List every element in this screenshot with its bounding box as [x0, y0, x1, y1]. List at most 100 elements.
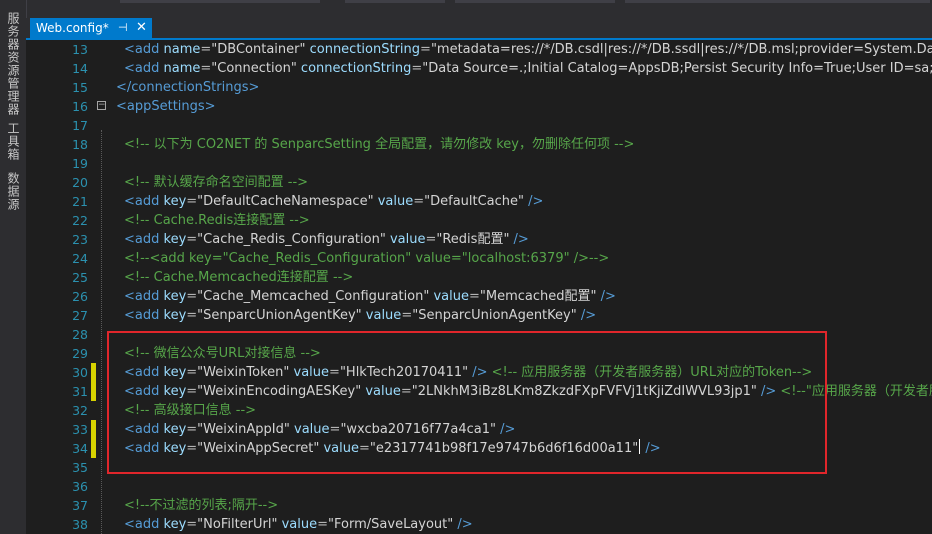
code-line[interactable]: 18 <!-- 以下为 CO2NET 的 SenparcSetting 全局配置，… [26, 135, 932, 154]
code-line[interactable]: 15 </connectionStrings> [26, 78, 932, 97]
code-token: "Cache_Memcached_Configuration" [197, 289, 430, 304]
line-number: 36 [72, 479, 88, 494]
change-marker [91, 382, 96, 401]
code-token: = [411, 61, 423, 76]
code-token: "metadata=res://*/DB.csdl|res://*/DB.ssd… [430, 42, 932, 57]
line-number: 24 [72, 251, 88, 266]
line-number: 19 [72, 156, 88, 171]
code-token: /> [509, 232, 529, 247]
code-token: /> [596, 289, 616, 304]
code-token: "Memcached配置" [479, 289, 597, 304]
change-marker [91, 363, 96, 382]
code-token: <add [124, 517, 160, 532]
code-line[interactable]: 13 <add name="DBContainer" connectionStri… [26, 40, 932, 59]
highlight-annotation-box [107, 331, 827, 474]
code-text: <add key="Cache_Redis_Configuration" val… [124, 230, 529, 249]
code-token: = [200, 42, 212, 57]
line-number: 37 [72, 498, 88, 513]
code-token: <!-- Cache.Redis连接配置 --> [124, 213, 310, 228]
code-line[interactable]: 14 <add name="Connection" connectionStrin… [26, 59, 932, 78]
code-token: /> [576, 308, 597, 323]
code-text: <add key="SenparcUnionAgentKey" value="S… [124, 306, 596, 325]
code-line[interactable]: 38 <add key="NoFilterUrl" value="Form/Sav… [26, 515, 932, 534]
code-token: connectionString [296, 61, 412, 76]
code-text: <appSettings> [116, 97, 216, 116]
code-line[interactable]: 23 <add key="Cache_Redis_Configuration" v… [26, 230, 932, 249]
code-token: name [159, 61, 201, 76]
line-number: 29 [72, 346, 88, 361]
code-token: key [159, 308, 187, 323]
code-line[interactable]: 24 <!--<add key="Cache_Redis_Configuratio… [26, 249, 932, 268]
code-token: value [429, 289, 470, 304]
code-line[interactable]: 19 [26, 154, 932, 173]
code-line[interactable]: 22 <!-- Cache.Redis连接配置 --> [26, 211, 932, 230]
line-number: 25 [72, 270, 88, 285]
data-sources-tab[interactable]: 数据源 [0, 172, 26, 211]
code-token: "SenparcUnionAgentKey" [412, 308, 577, 323]
code-token: = [200, 61, 212, 76]
code-text: <add key="DefaultCacheNamespace" value="… [124, 192, 543, 211]
tab-title: Web.config* [36, 21, 109, 35]
code-text: <!--<add key="Cache_Redis_Configuration"… [124, 249, 609, 268]
line-number: 14 [72, 61, 88, 76]
collapse-icon[interactable]: − [97, 101, 106, 110]
code-token: key [159, 232, 187, 247]
code-token: "Data Source=.;Initial Catalog=AppsDB;Pe… [422, 61, 932, 76]
toolbar-segment [625, 0, 930, 3]
code-token: /> [453, 517, 473, 532]
line-number: 28 [72, 327, 88, 342]
document-tab-bar: Web.config* ⊣ ✕ [26, 18, 932, 38]
top-toolbar-strip [0, 0, 932, 18]
code-token: <!-- 以下为 CO2NET 的 SenparcSetting 全局配置，请勿… [124, 137, 635, 152]
line-number: 32 [72, 403, 88, 418]
toolbar-segment [455, 0, 615, 3]
code-line[interactable]: 20 <!-- 默认缓存命名空间配置 --> [26, 173, 932, 192]
visual-studio-window: 服务器资源管理器 工具箱 数据源 Web.config* ⊣ ✕ 13 <add … [0, 0, 932, 534]
line-number: 35 [72, 460, 88, 475]
code-token: = [186, 289, 198, 304]
code-line[interactable]: 17 [26, 116, 932, 135]
line-number: 18 [72, 137, 88, 152]
line-number: 16 [72, 99, 88, 114]
line-number: 23 [72, 232, 88, 247]
code-token: value [361, 308, 402, 323]
server-explorer-tab[interactable]: 服务器资源管理器 [0, 12, 26, 116]
code-line[interactable]: 27 <add key="SenparcUnionAgentKey" value=… [26, 306, 932, 325]
code-line[interactable]: 25 <!-- Cache.Memcached连接配置 --> [26, 268, 932, 287]
toolbar-segment [345, 0, 445, 3]
line-number: 21 [72, 194, 88, 209]
tab-web-config[interactable]: Web.config* ⊣ ✕ [30, 18, 152, 38]
code-token: "Form/SaveLayout" [328, 517, 454, 532]
code-token: "Cache_Redis_Configuration" [197, 232, 386, 247]
code-text: <!-- Cache.Redis连接配置 --> [124, 211, 310, 230]
code-line[interactable]: 36 [26, 477, 932, 496]
code-token: <add [124, 194, 160, 209]
code-line[interactable]: 21 <add key="DefaultCacheNamespace" value… [26, 192, 932, 211]
code-token: "DefaultCache" [424, 194, 525, 209]
code-text: <add key="Cache_Memcached_Configuration"… [124, 287, 616, 306]
line-number: 13 [72, 42, 88, 57]
code-line[interactable]: 16− <appSettings> [26, 97, 932, 116]
line-number: 33 [72, 422, 88, 437]
code-token: <!--不过滤的列表;隔开--> [124, 498, 279, 513]
code-token: "SenparcUnionAgentKey" [197, 308, 362, 323]
code-token: "Connection" [211, 61, 297, 76]
line-number: 22 [72, 213, 88, 228]
code-text: <!-- 以下为 CO2NET 的 SenparcSetting 全局配置，请勿… [124, 135, 634, 154]
code-token: value [277, 517, 318, 532]
code-text: </connectionStrings> [116, 78, 259, 97]
pin-icon[interactable]: ⊣ [118, 18, 128, 38]
line-number: 17 [72, 118, 88, 133]
code-line[interactable]: 26 <add key="Cache_Memcached_Configuratio… [26, 287, 932, 306]
code-token: <add [124, 61, 160, 76]
code-token: = [469, 289, 480, 304]
code-line[interactable]: 37 <!--不过滤的列表;隔开--> [26, 496, 932, 515]
code-token: value [385, 232, 426, 247]
code-token: <add [124, 289, 160, 304]
code-text: <!-- Cache.Memcached连接配置 --> [124, 268, 353, 287]
code-token: "NoFilterUrl" [197, 517, 278, 532]
close-icon[interactable]: ✕ [136, 18, 147, 38]
change-marker [91, 439, 96, 458]
toolbox-tab[interactable]: 工具箱 [0, 122, 26, 161]
code-token: connectionString [305, 42, 421, 57]
